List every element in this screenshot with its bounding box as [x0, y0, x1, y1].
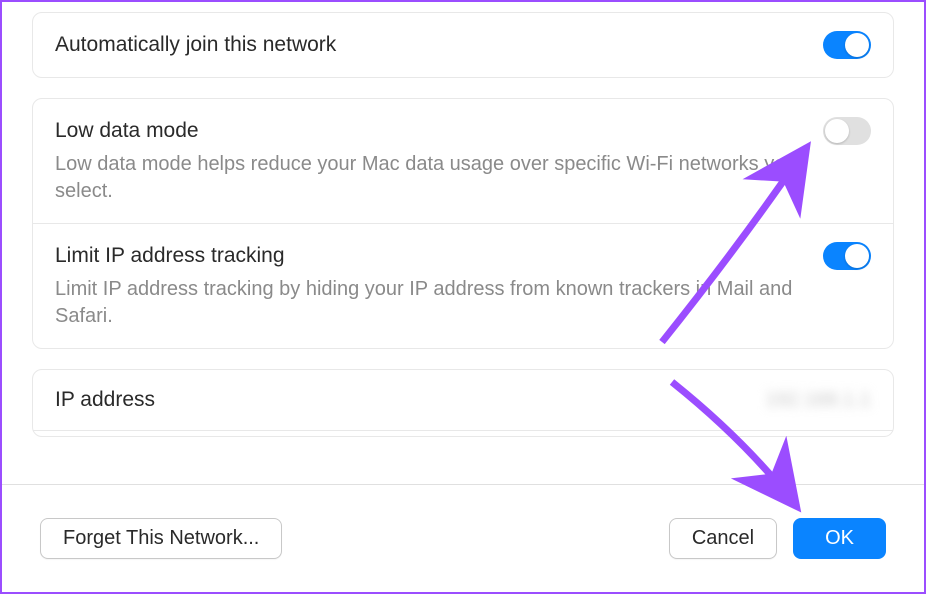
- row-low-data: Low data mode Low data mode helps reduce…: [33, 99, 893, 223]
- dialog-footer: Forget This Network... Cancel OK: [2, 484, 924, 592]
- auto-join-toggle[interactable]: [823, 31, 871, 59]
- section-ip: IP address 192.168.1.1: [32, 369, 894, 437]
- ip-address-value: 192.168.1.1: [765, 389, 871, 412]
- limit-ip-label: Limit IP address tracking: [55, 244, 285, 268]
- cancel-button[interactable]: Cancel: [669, 518, 777, 559]
- limit-ip-description: Limit IP address tracking by hiding your…: [55, 276, 871, 330]
- limit-ip-toggle[interactable]: [823, 242, 871, 270]
- row-ip-address: IP address 192.168.1.1: [33, 370, 893, 430]
- low-data-description: Low data mode helps reduce your Mac data…: [55, 151, 871, 205]
- row-limit-ip: Limit IP address tracking Limit IP addre…: [33, 223, 893, 348]
- low-data-toggle[interactable]: [823, 117, 871, 145]
- ok-button[interactable]: OK: [793, 518, 886, 559]
- ip-address-label: IP address: [55, 388, 155, 412]
- row-auto-join: Automatically join this network: [33, 13, 893, 77]
- low-data-label: Low data mode: [55, 119, 199, 143]
- section-privacy: Low data mode Low data mode helps reduce…: [32, 98, 894, 349]
- row-spacer: [33, 430, 893, 436]
- settings-content: Automatically join this network Low data…: [2, 2, 924, 480]
- forget-network-button[interactable]: Forget This Network...: [40, 518, 282, 559]
- auto-join-label: Automatically join this network: [55, 33, 336, 57]
- section-auto-join: Automatically join this network: [32, 12, 894, 78]
